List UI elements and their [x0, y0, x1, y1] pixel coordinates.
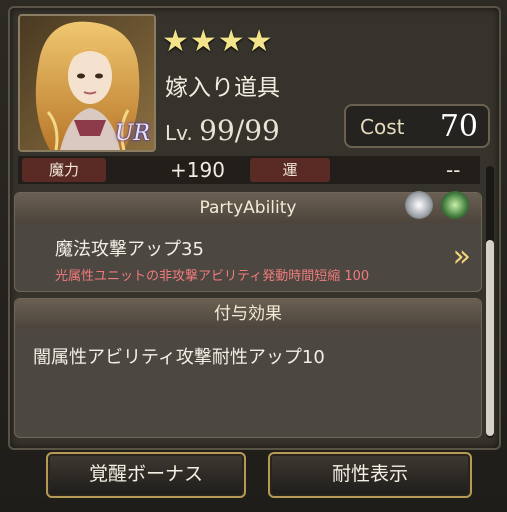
rarity-badge: UR: [114, 121, 150, 146]
magic-stat-value: +190: [170, 158, 225, 182]
chevron-right-icon[interactable]: »: [453, 239, 471, 274]
party-ability-effect: 魔法攻撃アップ35: [55, 239, 204, 260]
cost-box: Cost 70: [344, 104, 490, 148]
grant-effect-text: 闇属性アビリティ攻撃耐性アップ10: [33, 347, 325, 368]
stat-bar: 魔力 +190 運 --: [18, 156, 480, 184]
luck-stat-label: 運: [250, 158, 330, 182]
luck-stat-value: --: [446, 158, 461, 182]
level-display: Lv. 99/99: [165, 114, 280, 147]
cost-label: Cost: [360, 115, 405, 139]
scrollbar-thumb[interactable]: [486, 240, 494, 436]
level-value: 99/99: [199, 114, 280, 147]
party-ability-section[interactable]: PartyAbility 魔法攻撃アップ35 光属性ユニットの非攻撃アビリティ発…: [14, 191, 482, 292]
party-ability-condition: 光属性ユニットの非攻撃アビリティ発動時間短縮 100: [55, 269, 370, 284]
resistance-display-button[interactable]: 耐性表示: [268, 452, 472, 498]
grant-effect-section: 付与効果 闇属性アビリティ攻撃耐性アップ10: [14, 298, 482, 438]
cost-value: 70: [439, 109, 478, 144]
level-label: Lv.: [165, 121, 193, 145]
magic-stat-label: 魔力: [22, 158, 106, 182]
party-ability-title: PartyAbility: [199, 198, 297, 218]
magic-orb-icon: [405, 191, 433, 219]
rarity-stars: ★★★★: [162, 24, 274, 59]
awaken-bonus-button[interactable]: 覚醒ボーナス: [46, 452, 246, 498]
grant-effect-title: 付与効果: [214, 304, 282, 324]
mountain-up-icon: [441, 191, 469, 219]
grant-effect-header: 付与効果: [15, 299, 481, 329]
item-name: 嫁入り道具: [165, 75, 280, 101]
item-portrait: UR: [18, 14, 156, 152]
